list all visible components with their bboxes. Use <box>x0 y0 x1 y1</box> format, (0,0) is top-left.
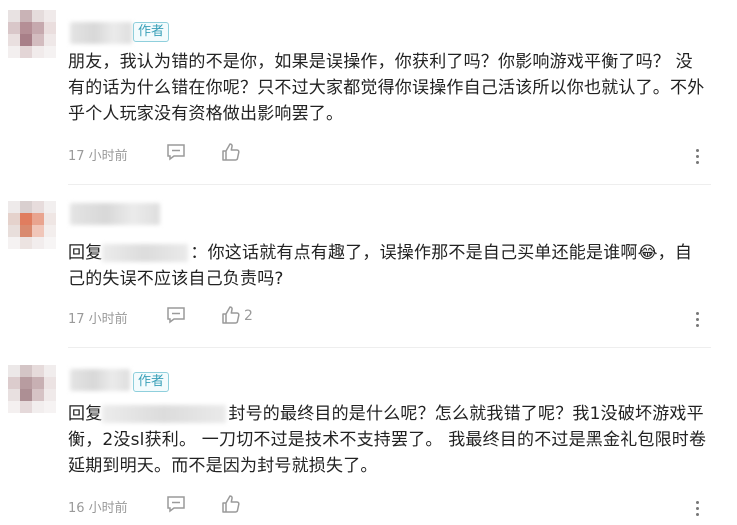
comment-bubble-icon[interactable] <box>166 495 186 517</box>
comment-text: 朋友，我认为错的不是你，如果是误操作，你获利了吗？你影响游戏平衡了吗？ 没有的话… <box>68 52 705 124</box>
comment-text: 回复 封号的最终目的是什么呢？怎么就我错了呢？我1没破坏游戏平衡，2没sl获利。 … <box>68 401 708 479</box>
comment-text: 回复 ：你这话就有点有趣了，误操作那不是自己买单还能是谁啊😂，自己的失误不应该自己… <box>68 240 708 292</box>
avatar[interactable] <box>8 10 56 58</box>
reply-prefix: 回复 <box>68 404 103 424</box>
comment-time: 17 小时前 <box>68 149 128 164</box>
username-redacted[interactable] <box>70 369 130 391</box>
comment-time: 16 小时前 <box>68 501 128 516</box>
more-vertical-icon[interactable] <box>695 312 701 330</box>
reply-prefix: 回复 <box>68 243 103 263</box>
like-count: 2 <box>244 308 253 324</box>
comment-bubble-icon[interactable] <box>166 306 186 328</box>
thumbs-up-icon[interactable] <box>221 494 241 518</box>
divider <box>68 347 711 348</box>
reply-target-redacted[interactable] <box>102 405 227 423</box>
thumbs-up-icon[interactable] <box>221 305 241 329</box>
avatar[interactable] <box>8 365 56 413</box>
comment-bubble-icon[interactable] <box>166 143 186 165</box>
avatar[interactable] <box>8 201 56 249</box>
reply-target-redacted[interactable] <box>102 244 189 262</box>
comment-time: 17 小时前 <box>68 312 128 327</box>
author-tag: 作者 <box>133 372 170 392</box>
thumbs-up-icon[interactable] <box>221 142 241 166</box>
divider <box>68 184 711 185</box>
more-vertical-icon[interactable] <box>695 149 701 167</box>
username-redacted[interactable] <box>70 22 132 44</box>
author-tag: 作者 <box>133 22 170 42</box>
more-vertical-icon[interactable] <box>695 501 701 519</box>
username-redacted[interactable] <box>70 203 160 225</box>
